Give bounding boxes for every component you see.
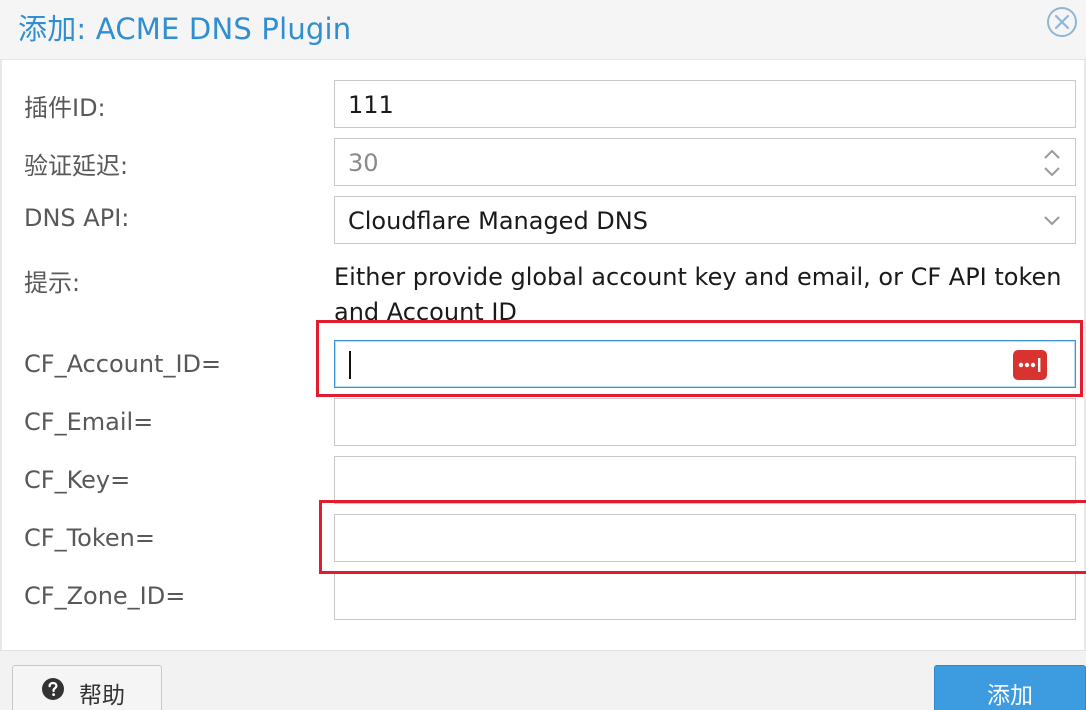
cf-zone-id-label: CF_Zone_ID= <box>24 582 186 610</box>
add-acme-dns-plugin-dialog: 添加: ACME DNS Plugin 插件ID: 111 验证延迟: 30 D… <box>0 0 1086 710</box>
cf-token-field[interactable] <box>334 514 1076 562</box>
dialog-title: 添加: ACME DNS Plugin <box>18 12 352 46</box>
help-button-label: 帮助 <box>79 683 125 709</box>
cf-email-field[interactable] <box>334 398 1076 446</box>
validation-delay-field[interactable]: 30 <box>334 138 1076 186</box>
hint-label: 提示: <box>24 269 81 297</box>
dialog-header: 添加: ACME DNS Plugin <box>0 0 1086 60</box>
plugin-id-label: 插件ID: <box>24 94 106 122</box>
cf-token-label: CF_Token= <box>24 524 155 552</box>
cf-key-field[interactable] <box>334 456 1076 504</box>
plugin-id-field[interactable]: 111 <box>334 80 1076 128</box>
cf-zone-id-field[interactable] <box>334 572 1076 620</box>
cf-key-label: CF_Key= <box>24 466 131 494</box>
spinner-arrows-icon[interactable] <box>1041 145 1063 181</box>
dns-api-label: DNS API: <box>24 204 130 232</box>
hint-text: Either provide global account key and em… <box>334 263 1062 326</box>
cf-email-label: CF_Email= <box>24 408 154 436</box>
dns-api-select[interactable]: Cloudflare Managed DNS <box>334 196 1076 244</box>
add-button[interactable]: 添加 <box>934 665 1086 710</box>
add-button-label: 添加 <box>987 683 1033 709</box>
dialog-footer: 帮助 添加 <box>0 650 1086 710</box>
help-button[interactable]: 帮助 <box>12 665 162 710</box>
cf-account-id-field[interactable] <box>334 340 1076 388</box>
plugin-id-value: 111 <box>348 91 394 119</box>
text-caret <box>349 351 351 379</box>
chevron-down-icon[interactable] <box>1041 209 1063 231</box>
dialog-body: 插件ID: 111 验证延迟: 30 DNS API: Cloudflare M… <box>0 60 1086 650</box>
validation-delay-value: 30 <box>348 149 379 177</box>
validation-delay-label: 验证延迟: <box>24 152 129 180</box>
question-circle-icon <box>41 677 65 701</box>
cf-account-id-label: CF_Account_ID= <box>24 350 222 378</box>
close-icon[interactable] <box>1045 5 1079 39</box>
dns-api-value: Cloudflare Managed DNS <box>348 207 648 235</box>
password-manager-icon[interactable] <box>1013 350 1047 380</box>
